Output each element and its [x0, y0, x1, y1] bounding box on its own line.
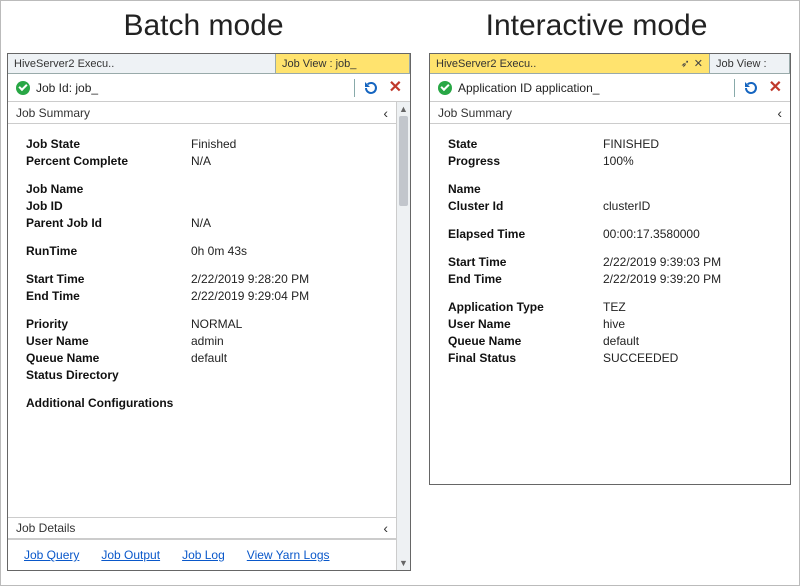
heading-batch: Batch mode — [7, 3, 400, 53]
k-apptype: Application Type — [448, 300, 603, 314]
k-parent: Parent Job Id — [26, 216, 191, 230]
close-icon[interactable]: ✕ — [389, 80, 402, 96]
link-job-query[interactable]: Job Query — [24, 548, 79, 562]
k-name: Name — [448, 182, 603, 196]
close-icon[interactable]: ✕ — [769, 80, 782, 96]
refresh-icon[interactable] — [363, 80, 379, 96]
v-cluster: clusterID — [603, 199, 776, 213]
k-user: User Name — [26, 334, 191, 348]
chevron-left-icon[interactable]: ‹ — [777, 105, 782, 121]
k-progress: Progress — [448, 154, 603, 168]
v-end: 2/22/2019 9:39:20 PM — [603, 272, 776, 286]
v-user: admin — [191, 334, 382, 348]
batch-idbar: Job Id: job_ ✕ — [8, 74, 410, 102]
v-prio: NORMAL — [191, 317, 382, 331]
section-job-summary-label: Job Summary — [16, 106, 90, 120]
k-job-state: Job State — [26, 137, 191, 151]
refresh-icon[interactable] — [743, 80, 759, 96]
close-tab-icon[interactable]: ✕ — [694, 57, 703, 70]
k-end: End Time — [448, 272, 603, 286]
section-job-summary[interactable]: Job Summary ‹ — [8, 102, 396, 124]
v-progress: 100% — [603, 154, 776, 168]
v-job-name — [191, 182, 382, 196]
k-final: Final Status — [448, 351, 603, 365]
v-queue: default — [603, 334, 776, 348]
heading-interactive: Interactive mode — [400, 3, 793, 53]
job-details-links: Job Query Job Output Job Log View Yarn L… — [8, 539, 396, 570]
v-job-id — [191, 199, 382, 213]
k-queue: Queue Name — [26, 351, 191, 365]
tab-hiveserver2[interactable]: HiveServer2 Execu.. — [8, 54, 276, 73]
link-job-log[interactable]: Job Log — [182, 548, 225, 562]
v-pct: N/A — [191, 154, 382, 168]
tab-hiveserver2-label: HiveServer2 Execu.. — [436, 58, 536, 70]
k-start: Start Time — [448, 255, 603, 269]
k-addconf: Additional Configurations — [26, 396, 191, 410]
separator — [734, 79, 735, 97]
v-apptype: TEZ — [603, 300, 776, 314]
v-statusdir — [191, 368, 382, 382]
scroll-down-icon[interactable]: ▼ — [397, 556, 410, 570]
v-state: FINISHED — [603, 137, 776, 151]
k-job-id: Job ID — [26, 199, 191, 213]
batch-tabstrip: HiveServer2 Execu.. Job View : job_ — [8, 54, 410, 74]
k-cluster: Cluster Id — [448, 199, 603, 213]
tab-job-view[interactable]: Job View : job_ — [276, 54, 410, 73]
k-elapsed: Elapsed Time — [448, 227, 603, 241]
k-pct: Percent Complete — [26, 154, 191, 168]
tab-hiveserver2[interactable]: HiveServer2 Execu.. ➶ ✕ — [430, 54, 710, 73]
v-queue: default — [191, 351, 382, 365]
k-user: User Name — [448, 317, 603, 331]
section-job-summary-label: Job Summary — [438, 106, 512, 120]
scrollbar[interactable]: ▲ ▼ — [396, 102, 410, 570]
v-addconf — [191, 396, 382, 410]
k-job-name: Job Name — [26, 182, 191, 196]
section-job-details-label: Job Details — [16, 521, 75, 535]
interactive-tabstrip: HiveServer2 Execu.. ➶ ✕ Job View : — [430, 54, 790, 74]
k-runtime: RunTime — [26, 244, 191, 258]
chevron-left-icon[interactable]: ‹ — [383, 520, 388, 536]
v-name — [603, 182, 776, 196]
v-user: hive — [603, 317, 776, 331]
batch-summary-body: Job StateFinished Percent CompleteN/A Jo… — [8, 124, 396, 517]
success-icon — [438, 81, 452, 95]
interactive-pane: HiveServer2 Execu.. ➶ ✕ Job View : Appli… — [429, 53, 791, 485]
pin-icon[interactable]: ➶ — [681, 57, 690, 70]
separator — [354, 79, 355, 97]
success-icon — [16, 81, 30, 95]
v-final: SUCCEEDED — [603, 351, 776, 365]
v-parent: N/A — [191, 216, 382, 230]
v-start: 2/22/2019 9:39:03 PM — [603, 255, 776, 269]
v-runtime: 0h 0m 43s — [191, 244, 382, 258]
v-elapsed: 00:00:17.3580000 — [603, 227, 776, 241]
section-job-details[interactable]: Job Details ‹ — [8, 517, 396, 539]
job-id-text: Job Id: job_ — [36, 81, 346, 95]
application-id-text: Application ID application_ — [458, 81, 726, 95]
k-queue: Queue Name — [448, 334, 603, 348]
interactive-summary-body: StateFINISHED Progress100% Name Cluster … — [430, 124, 790, 484]
link-job-output[interactable]: Job Output — [101, 548, 160, 562]
scroll-thumb[interactable] — [399, 116, 408, 206]
v-start: 2/22/2019 9:28:20 PM — [191, 272, 382, 286]
k-prio: Priority — [26, 317, 191, 331]
v-job-state: Finished — [191, 137, 382, 151]
k-statusdir: Status Directory — [26, 368, 191, 382]
chevron-left-icon[interactable]: ‹ — [383, 105, 388, 121]
k-state: State — [448, 137, 603, 151]
k-end: End Time — [26, 289, 191, 303]
v-end: 2/22/2019 9:29:04 PM — [191, 289, 382, 303]
section-job-summary[interactable]: Job Summary ‹ — [430, 102, 790, 124]
link-yarn-logs[interactable]: View Yarn Logs — [247, 548, 330, 562]
tab-job-view[interactable]: Job View : — [710, 54, 790, 73]
interactive-idbar: Application ID application_ ✕ — [430, 74, 790, 102]
batch-pane: HiveServer2 Execu.. Job View : job_ Job … — [7, 53, 411, 571]
scroll-up-icon[interactable]: ▲ — [397, 102, 410, 116]
k-start: Start Time — [26, 272, 191, 286]
